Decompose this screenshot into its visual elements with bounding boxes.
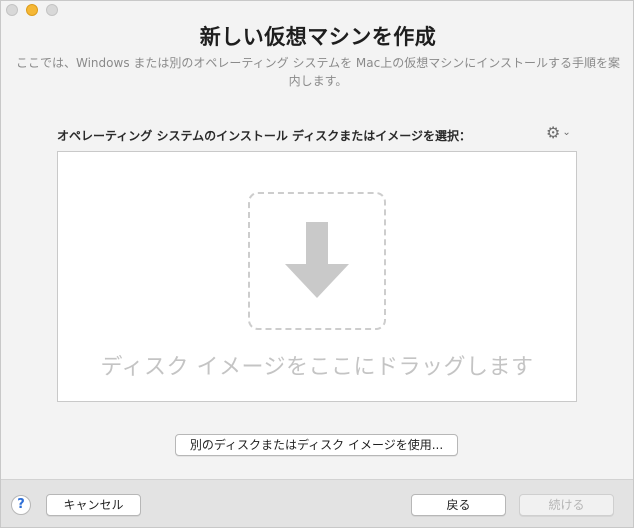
minimize-window-button[interactable]: [26, 4, 38, 16]
help-button[interactable]: ?: [11, 495, 31, 515]
new-vm-window: 新しい仮想マシンを作成 ここでは、Windows または別のオペレーティング シ…: [0, 0, 634, 528]
options-menu-button[interactable]: ⚙ ⌄: [546, 125, 571, 141]
use-other-disk-button[interactable]: 別のディスクまたはディスク イメージを使用...: [175, 434, 458, 456]
continue-button[interactable]: 続ける: [519, 494, 614, 516]
chevron-down-icon: ⌄: [562, 127, 571, 138]
window-controls: [6, 4, 58, 16]
zoom-window-button[interactable]: [46, 4, 58, 16]
cancel-button[interactable]: キャンセル: [46, 494, 141, 516]
arrow-down-icon: [285, 222, 349, 298]
page-title: 新しい仮想マシンを作成: [199, 25, 437, 49]
gear-icon: ⚙: [546, 123, 561, 142]
drop-target-frame: [248, 192, 386, 330]
page-subtitle: ここでは、Windows または別のオペレーティング システムを Mac上の仮想…: [16, 56, 620, 88]
drop-zone-text: ディスク イメージをここにドラッグします: [100, 355, 534, 380]
disk-image-drop-zone[interactable]: ディスク イメージをここにドラッグします: [57, 151, 577, 402]
back-button[interactable]: 戻る: [411, 494, 506, 516]
footer-separator: [1, 479, 633, 480]
select-disk-label: オペレーティング システムのインストール ディスクまたはイメージを選択：: [57, 129, 471, 143]
close-window-button[interactable]: [6, 4, 18, 16]
